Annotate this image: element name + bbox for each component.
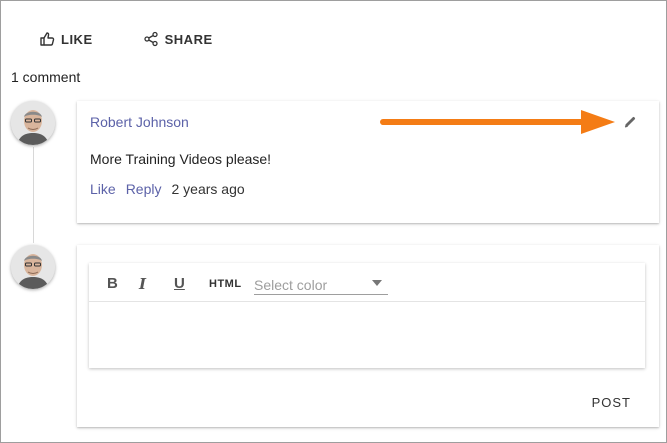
comment-like-link[interactable]: Like — [90, 181, 116, 197]
post-actions: LIKE SHARE — [39, 31, 213, 47]
thumbs-up-icon — [39, 31, 55, 47]
comment-meta: Like Reply 2 years ago — [90, 181, 245, 197]
rich-text-editor: B I U HTML Select color — [89, 263, 645, 368]
comment-reply-link[interactable]: Reply — [126, 181, 162, 197]
color-select[interactable]: Select color — [254, 269, 388, 295]
thread-line — [33, 147, 34, 243]
reply-card: B I U HTML Select color POST — [77, 245, 659, 427]
italic-button[interactable]: I — [139, 275, 146, 293]
arrow-annotation — [379, 107, 619, 142]
html-button[interactable]: HTML — [209, 278, 242, 290]
current-user-avatar — [11, 245, 55, 289]
like-label: LIKE — [61, 31, 93, 47]
share-button[interactable]: SHARE — [143, 31, 213, 47]
bold-button[interactable]: B — [107, 275, 118, 292]
post-button[interactable]: POST — [592, 395, 631, 410]
dropdown-caret-icon — [372, 273, 382, 291]
comments-panel: LIKE SHARE 1 comment Robert Johnson More… — [0, 0, 667, 443]
comment-count: 1 comment — [11, 69, 81, 85]
like-button[interactable]: LIKE — [39, 31, 93, 47]
comment-input[interactable] — [89, 302, 645, 368]
share-label: SHARE — [164, 31, 213, 47]
comment-text: More Training Videos please! — [90, 151, 272, 167]
share-icon — [143, 31, 159, 47]
avatar — [11, 101, 55, 145]
color-select-placeholder: Select color — [254, 277, 328, 293]
editor-toolbar: B I U HTML Select color — [89, 263, 645, 302]
pencil-icon[interactable] — [623, 115, 637, 134]
comment-timestamp: 2 years ago — [171, 181, 245, 197]
underline-button[interactable]: U — [174, 275, 185, 292]
comment-author[interactable]: Robert Johnson — [90, 114, 189, 130]
